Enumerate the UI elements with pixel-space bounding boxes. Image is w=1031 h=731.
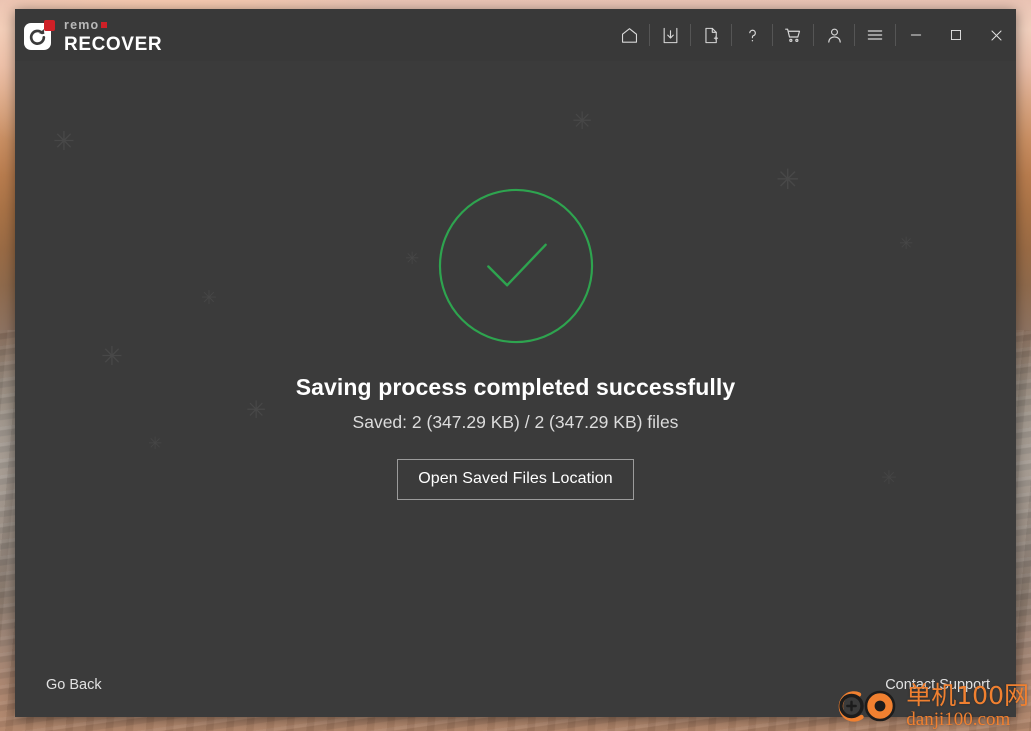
saved-files-summary: Saved: 2 (347.29 KB) / 2 (347.29 KB) fil… (352, 412, 679, 432)
app-logo: remo RECOVER (24, 17, 162, 54)
account-icon[interactable] (814, 9, 854, 61)
minimize-button[interactable] (896, 9, 936, 61)
main-content: ✳ ✳ ✳ ✳ ✳ ✳ ✳ ✳ ✳ ✳ Saving process completed succ… (15, 61, 1016, 717)
page-title: Saving process completed successfully (295, 374, 736, 400)
open-saved-files-location-button[interactable]: Open Saved Files Location (397, 459, 634, 500)
cart-icon[interactable] (773, 9, 813, 61)
logo-remo-dot (101, 21, 108, 28)
close-button[interactable] (976, 9, 1016, 61)
help-icon[interactable] (732, 9, 772, 61)
new-file-icon[interactable] (691, 9, 731, 61)
logo-remo-label: remo (64, 17, 100, 32)
save-icon[interactable] (650, 9, 690, 61)
titlebar-actions (609, 9, 1016, 61)
recovery-arrow-icon (29, 28, 46, 45)
maximize-button[interactable] (936, 9, 976, 61)
menu-icon[interactable] (855, 9, 895, 61)
logo-recover-text: RECOVER (64, 33, 163, 55)
desktop-wallpaper: remo RECOVER ✳ ✳ ✳ ✳ ✳ ✳ ✳ ✳ ✳ ✳ Saving … (0, 0, 1031, 731)
go-back-link[interactable]: Go Back (46, 677, 102, 693)
success-check-circle-icon (438, 188, 593, 344)
save-result-panel: Saving process completed successfully Sa… (15, 187, 1016, 500)
logo-remo-text: remo (64, 17, 108, 32)
logo-wordmark: remo RECOVER (64, 17, 163, 55)
remo-recover-window: remo RECOVER ✳ ✳ ✳ ✳ ✳ ✳ ✳ ✳ ✳ ✳ Saving … (15, 9, 1016, 717)
sparkle-icon: ✳ (572, 107, 593, 135)
sparkle-icon: ✳ (53, 127, 75, 157)
remo-logo-mark (24, 20, 56, 50)
title-bar: remo RECOVER (15, 9, 1016, 61)
home-icon[interactable] (609, 9, 649, 61)
contact-support-link[interactable]: Contact Support (885, 677, 990, 693)
